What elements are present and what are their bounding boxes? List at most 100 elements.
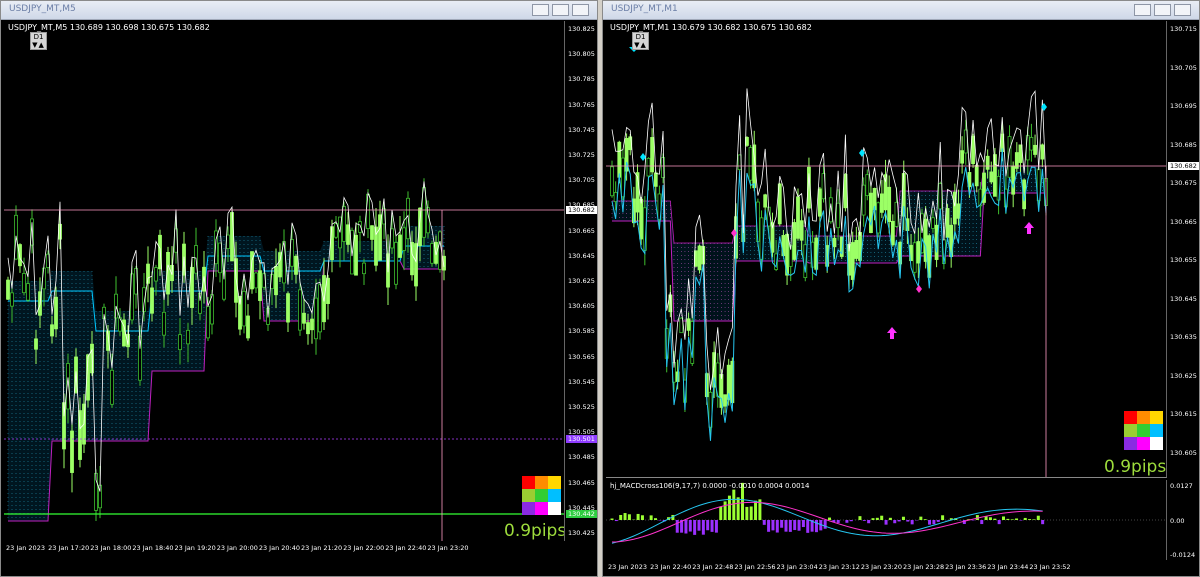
- candle-body: [748, 147, 753, 181]
- minimize-button[interactable]: [532, 4, 549, 16]
- palette-swatch[interactable]: [548, 476, 561, 489]
- macd-histogram-bar: [640, 515, 644, 520]
- candle-body: [246, 315, 250, 339]
- macd-histogram-bar: [936, 520, 940, 522]
- palette-swatch[interactable]: [535, 502, 548, 515]
- minimize-button[interactable]: [1134, 4, 1151, 16]
- left-price-chart: [4, 178, 564, 541]
- candle-body: [854, 239, 859, 259]
- palette-swatch[interactable]: [1150, 411, 1163, 424]
- candle-body: [18, 244, 22, 267]
- candle-body: [310, 318, 314, 331]
- palette-swatch[interactable]: [535, 476, 548, 489]
- right-plot-area[interactable]: USDJPY_MT,M1 130.679 130.682 130.675 130…: [606, 21, 1167, 478]
- close-button[interactable]: [1174, 4, 1191, 16]
- right-window-titlebar[interactable]: USDJPY_MT,M1: [603, 1, 1199, 20]
- palette-swatch[interactable]: [522, 476, 535, 489]
- time-tick-label: 23 Jan 2023: [6, 544, 45, 552]
- candle-body: [54, 296, 58, 330]
- left-price-axis: 130.825 130.805 130.785 130.765 130.745 130.7…: [565, 21, 599, 541]
- macd-subwindow[interactable]: hj_MACDcross106(9,17,7) 0.0000 -0.0010 0…: [606, 480, 1167, 560]
- macd-tick-label: -0.0124: [1170, 551, 1196, 559]
- candle-body: [938, 183, 943, 210]
- left-plot-area[interactable]: USDJPY_MT,M5 130.689 130.698 130.675 130…: [4, 21, 565, 541]
- left-color-palette[interactable]: [522, 476, 561, 515]
- up-down-arrows-icon[interactable]: ▼▲: [31, 41, 46, 49]
- macd-histogram-bar: [919, 516, 923, 520]
- palette-swatch[interactable]: [535, 489, 548, 502]
- macd-histogram-bar: [649, 515, 653, 520]
- price-tick-label: 130.655: [1170, 256, 1197, 265]
- price-tick-label: 130.665: [568, 226, 595, 235]
- maximize-button[interactable]: [552, 4, 569, 16]
- up-down-arrows-icon[interactable]: ▼▲: [633, 41, 648, 49]
- candle-body: [430, 243, 434, 264]
- candle-body: [850, 242, 855, 280]
- left-chart-window[interactable]: USDJPY_MT,M5 USDJPY_MT,M5 130.689 130.69…: [0, 0, 598, 577]
- candle-body: [836, 202, 841, 229]
- palette-swatch[interactable]: [1150, 424, 1163, 437]
- green-level-tag: 130.442: [566, 510, 597, 518]
- candle-body: [242, 290, 246, 327]
- current-price-tag: 130.682: [566, 206, 597, 214]
- palette-swatch[interactable]: [1137, 424, 1150, 437]
- candle-body: [286, 293, 290, 323]
- palette-swatch[interactable]: [522, 489, 535, 502]
- left-window-title: USDJPY_MT,M5: [9, 4, 76, 14]
- candle-body: [763, 194, 768, 208]
- macd-histogram-bar: [754, 500, 758, 520]
- right-color-palette[interactable]: [1124, 411, 1163, 450]
- macd-histogram-bar: [714, 520, 718, 533]
- macd-histogram-bar: [858, 516, 862, 520]
- palette-swatch[interactable]: [548, 502, 561, 515]
- macd-histogram-bar: [910, 520, 914, 525]
- macd-histogram-bar: [767, 520, 771, 532]
- macd-histogram-bar: [897, 520, 901, 522]
- macd-histogram-bar: [745, 506, 749, 520]
- time-tick-label: 23 Jan 2023: [608, 563, 647, 571]
- time-tick-label: 23 Jan 17:20: [48, 544, 90, 552]
- price-tick-label: 130.605: [568, 302, 595, 311]
- macd-histogram-bar: [1032, 519, 1036, 520]
- close-button[interactable]: [572, 4, 589, 16]
- palette-swatch[interactable]: [1124, 424, 1137, 437]
- candle-body: [931, 217, 935, 229]
- macd-histogram-bar: [988, 517, 992, 520]
- time-tick-label: 23 Jan 18:00: [90, 544, 132, 552]
- right-timeframe-badge[interactable]: D1 ▼▲: [632, 32, 649, 50]
- candle-body: [314, 297, 318, 340]
- time-tick-label: 23 Jan 19:20: [174, 544, 216, 552]
- candle-body: [653, 172, 658, 187]
- palette-swatch[interactable]: [1137, 437, 1150, 450]
- palette-swatch[interactable]: [1124, 437, 1137, 450]
- candle-body: [342, 206, 346, 242]
- candle-body: [254, 272, 258, 289]
- candle-body: [792, 222, 797, 260]
- time-tick-label: 23 Jan 20:40: [258, 544, 300, 552]
- candle-body: [1018, 144, 1023, 163]
- left-timeframe-badge[interactable]: D1 ▼▲: [30, 32, 47, 50]
- palette-swatch[interactable]: [522, 502, 535, 515]
- macd-histogram-bar: [1002, 516, 1005, 520]
- macd-histogram-bar: [1010, 519, 1014, 520]
- macd-histogram-bar: [867, 520, 871, 524]
- candle-body: [298, 289, 302, 331]
- macd-histogram-bar: [993, 518, 997, 520]
- time-tick-label: 23 Jan 23:36: [945, 563, 987, 571]
- left-window-titlebar[interactable]: USDJPY_MT,M5: [1, 1, 597, 20]
- macd-histogram-bar: [880, 515, 884, 520]
- macd-histogram-bar: [806, 520, 810, 533]
- candle-body: [402, 227, 406, 251]
- maximize-button[interactable]: [1154, 4, 1171, 16]
- macd-histogram-bar: [849, 520, 853, 522]
- right-chart-window[interactable]: USDJPY_MT,M1 USDJPY_MT,M1 130.679 130.68…: [602, 0, 1200, 577]
- palette-swatch[interactable]: [1137, 411, 1150, 424]
- candle-body: [796, 196, 800, 239]
- palette-swatch[interactable]: [548, 489, 561, 502]
- palette-swatch[interactable]: [1124, 411, 1137, 424]
- palette-swatch[interactable]: [1150, 437, 1163, 450]
- macd-histogram-bar: [619, 514, 623, 520]
- candle-body: [869, 192, 873, 233]
- right-price-axis: 130.715 130.705 130.695 130.685 130.675 130.6…: [1167, 21, 1200, 477]
- macd-histogram-bar: [1023, 517, 1027, 520]
